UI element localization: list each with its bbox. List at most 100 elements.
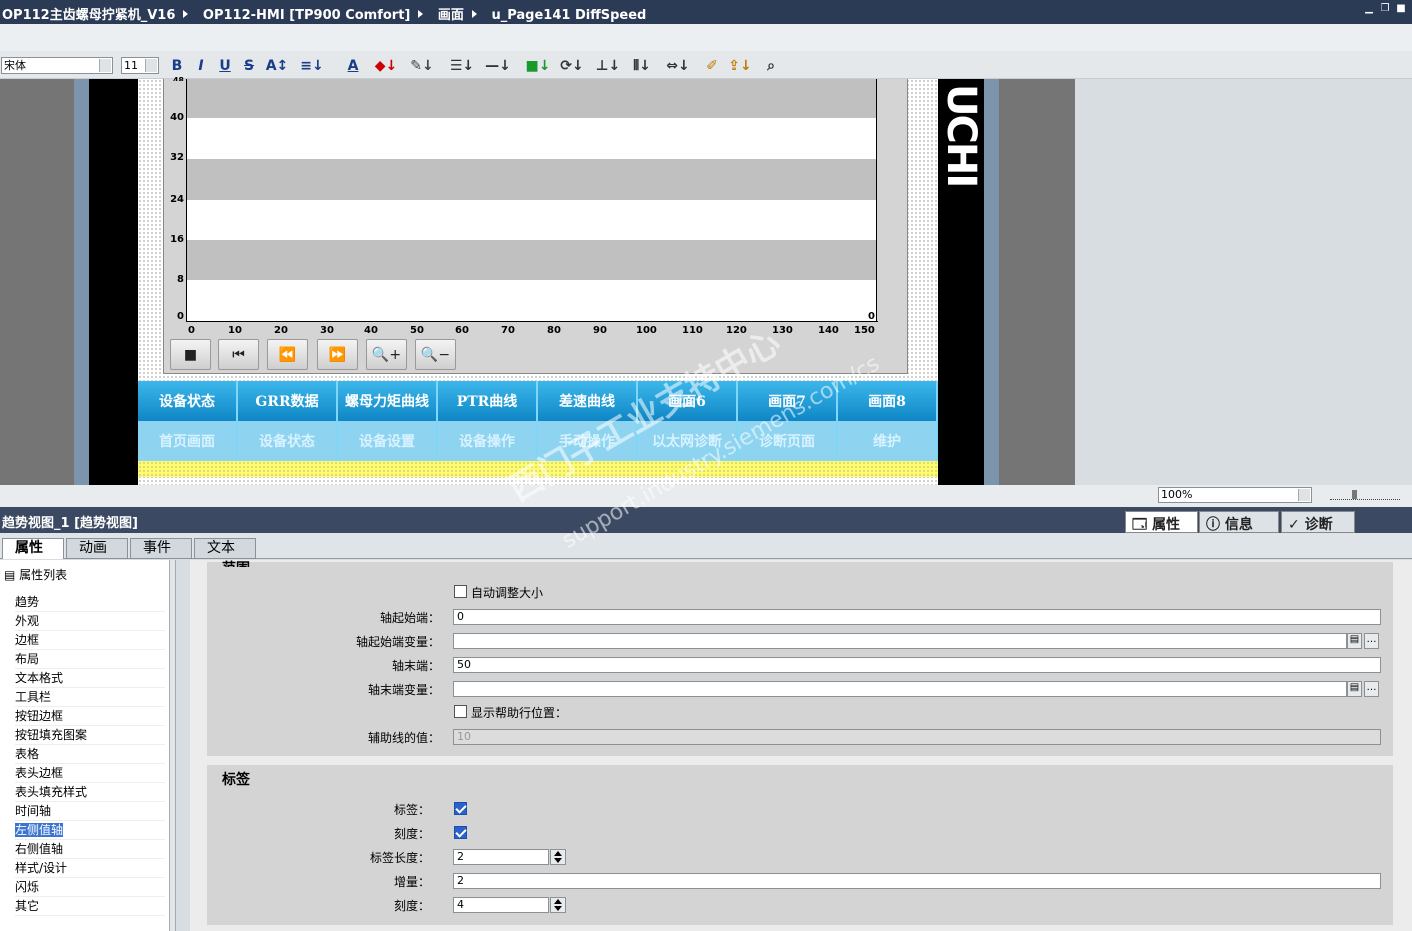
- nav-button-device-status-2[interactable]: 设备状态: [238, 421, 338, 461]
- to-start-button[interactable]: ⏮: [218, 339, 259, 370]
- nav-button-device-operation[interactable]: 设备操作: [438, 421, 538, 461]
- nav-button-manual-operation[interactable]: 手动操作: [538, 421, 638, 461]
- zoom-in-button[interactable]: 🔍+: [366, 339, 407, 370]
- nav-button-nut-torque-curve[interactable]: 螺母力矩曲线: [338, 381, 438, 421]
- rotate-icon[interactable]: ⟳↓: [558, 57, 586, 75]
- increment-field[interactable]: 2: [453, 873, 1381, 889]
- restore-icon[interactable]: ❐: [1380, 4, 1390, 14]
- bold-button[interactable]: B: [170, 57, 184, 75]
- zoom-select-icon[interactable]: ⌕: [762, 57, 780, 75]
- nav-button-device-status[interactable]: 设备状态: [138, 381, 238, 421]
- browse-button[interactable]: …: [1364, 633, 1379, 649]
- font-size-select[interactable]: 11: [121, 57, 159, 74]
- chevron-down-icon[interactable]: [1298, 489, 1310, 501]
- nav-button-ethernet-diagnostics[interactable]: 以太网诊断: [638, 421, 738, 461]
- nav-button-diff-speed-curve[interactable]: 差速曲线: [538, 381, 638, 421]
- nav-button-ptr-curve[interactable]: PTR曲线: [438, 381, 538, 421]
- fill-color-icon[interactable]: ◆↓: [372, 57, 400, 75]
- underline-button[interactable]: U: [218, 57, 232, 75]
- stop-button[interactable]: ■: [170, 339, 211, 370]
- tick-count-stepper[interactable]: [550, 897, 566, 913]
- fast-forward-icon: ⏩: [328, 346, 347, 363]
- rewind-button[interactable]: ⏪: [267, 339, 308, 370]
- chevron-down-icon[interactable]: [145, 59, 157, 72]
- list-item[interactable]: 样式/设计: [15, 859, 165, 878]
- nav-button-device-settings[interactable]: 设备设置: [338, 421, 438, 461]
- list-item[interactable]: 表格: [15, 745, 165, 764]
- list-item[interactable]: 工具栏: [15, 688, 165, 707]
- axis-end-field[interactable]: 50: [453, 657, 1381, 673]
- tab-texts[interactable]: 文本: [194, 538, 256, 559]
- browse-button[interactable]: …: [1364, 681, 1379, 697]
- zoom-slider[interactable]: [1330, 490, 1400, 500]
- inspector-tab-info[interactable]: ⓘ 信息: [1199, 511, 1279, 533]
- tab-animations[interactable]: 动画: [66, 538, 128, 559]
- list-item[interactable]: 右侧值轴: [15, 840, 165, 859]
- tag-picker-icon[interactable]: ▤: [1347, 681, 1362, 697]
- size-match-icon[interactable]: ⇔↓: [664, 57, 692, 75]
- list-item[interactable]: 趋势: [15, 593, 165, 612]
- auto-size-checkbox[interactable]: [454, 585, 467, 598]
- list-item-selected[interactable]: 左侧值轴: [15, 821, 165, 840]
- layers-icon[interactable]: ⇪↓: [726, 57, 754, 75]
- list-item[interactable]: 表头边框: [15, 764, 165, 783]
- zoom-out-button[interactable]: 🔍−: [415, 339, 456, 370]
- tab-events[interactable]: 事件: [130, 538, 192, 559]
- close-icon[interactable]: ■: [1396, 4, 1406, 14]
- nav-button-home[interactable]: 首页画面: [138, 421, 238, 461]
- nav-button-maintenance[interactable]: 维护: [838, 421, 938, 461]
- tab-properties[interactable]: 属性: [2, 538, 64, 559]
- align-objects-icon[interactable]: ⊥↓: [594, 57, 622, 75]
- list-item[interactable]: 文本格式: [15, 669, 165, 688]
- zoom-select[interactable]: 100%: [1158, 487, 1312, 503]
- nav-button-screen6[interactable]: 画面6: [638, 381, 738, 421]
- slider-thumb[interactable]: [1352, 490, 1357, 499]
- line-color-icon[interactable]: ✎↓: [408, 57, 436, 75]
- line-style-icon[interactable]: —↓: [484, 57, 512, 75]
- bring-front-icon[interactable]: ■↓: [524, 57, 552, 75]
- nav-button-screen7[interactable]: 画面7: [738, 381, 838, 421]
- nav-button-grr-data[interactable]: GRR数据: [238, 381, 338, 421]
- tag-picker-icon[interactable]: ▤: [1347, 633, 1362, 649]
- font-grow-icon[interactable]: A↕: [264, 57, 290, 75]
- list-item[interactable]: 其它: [15, 897, 165, 916]
- align-icon[interactable]: ≡↓: [298, 57, 326, 75]
- list-item[interactable]: 按钮边框: [15, 707, 165, 726]
- list-item[interactable]: 按钮填充图案: [15, 726, 165, 745]
- list-item[interactable]: 外观: [15, 612, 165, 631]
- nav-button-screen8[interactable]: 画面8: [838, 381, 938, 421]
- minimize-icon[interactable]: ▁: [1364, 4, 1374, 14]
- breadcrumb-screens[interactable]: 画面: [438, 8, 464, 23]
- breadcrumb-project[interactable]: OP112主齿螺母拧紧机_V16: [2, 8, 175, 23]
- label-checkbox[interactable]: [454, 802, 467, 815]
- nav-button-diagnostics-page[interactable]: 诊断页面: [738, 421, 838, 461]
- list-item[interactable]: 表头填充样式: [15, 783, 165, 802]
- breadcrumb-page[interactable]: u_Page141 DiffSpeed: [491, 8, 646, 23]
- font-name-select[interactable]: 宋体: [1, 57, 113, 74]
- aux-line-value-field[interactable]: 10: [453, 729, 1381, 745]
- axis-start-field[interactable]: 0: [453, 609, 1381, 625]
- line-width-icon[interactable]: ☰↓: [448, 57, 476, 75]
- strikethrough-button[interactable]: S: [242, 57, 256, 75]
- breadcrumb-device[interactable]: OP112-HMI [TP900 Comfort]: [203, 8, 410, 23]
- show-help-line-checkbox[interactable]: [454, 705, 467, 718]
- axis-end-var-field[interactable]: [453, 681, 1347, 697]
- axis-start-var-field[interactable]: [453, 633, 1347, 649]
- distribute-icon[interactable]: ⫴↓: [628, 57, 656, 75]
- list-item[interactable]: 边框: [15, 631, 165, 650]
- inspector-tab-diagnostics[interactable]: ✓ 诊断: [1281, 511, 1355, 533]
- list-item[interactable]: 闪烁: [15, 878, 165, 897]
- list-item[interactable]: 布局: [15, 650, 165, 669]
- format-painter-icon[interactable]: ✐: [702, 57, 722, 75]
- tick-count-field[interactable]: 4: [453, 897, 549, 913]
- font-color-button[interactable]: A: [340, 57, 366, 75]
- italic-button[interactable]: I: [194, 57, 208, 75]
- forward-button[interactable]: ⏩: [317, 339, 358, 370]
- list-icon[interactable]: [99, 59, 111, 72]
- pane-splitter[interactable]: [170, 560, 176, 931]
- tick-checkbox[interactable]: [454, 826, 467, 839]
- label-length-stepper[interactable]: [550, 849, 566, 865]
- inspector-tab-properties[interactable]: 🗔 属性: [1125, 511, 1198, 533]
- label-length-field[interactable]: 2: [453, 849, 549, 865]
- list-item[interactable]: 时间轴: [15, 802, 165, 821]
